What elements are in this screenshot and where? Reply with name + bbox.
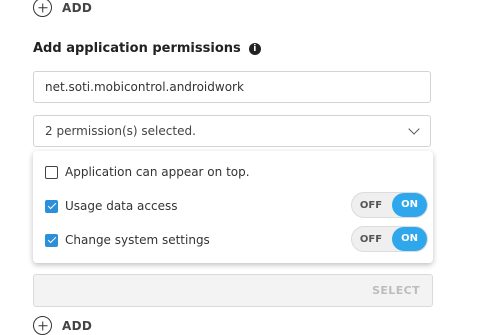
toggle-off-label[interactable]: OFF bbox=[351, 200, 391, 211]
chevron-down-icon bbox=[408, 123, 420, 135]
section-title-text: Add application permissions bbox=[33, 41, 241, 56]
section-title: Add application permissions i bbox=[33, 41, 261, 56]
permission-toggle[interactable]: OFF ON bbox=[351, 226, 428, 252]
toggle-on-label[interactable]: ON bbox=[392, 193, 427, 217]
select-button[interactable]: SELECT bbox=[372, 284, 420, 297]
plus-circle-icon bbox=[33, 316, 52, 335]
permissions-dropdown-value: 2 permission(s) selected. bbox=[45, 124, 196, 138]
permission-label: Application can appear on top. bbox=[65, 165, 250, 179]
permission-option[interactable]: Application can appear on top. bbox=[45, 165, 250, 179]
toggle-off-label[interactable]: OFF bbox=[351, 234, 391, 245]
permission-toggle[interactable]: OFF ON bbox=[351, 192, 428, 218]
toggle-on-label[interactable]: ON bbox=[392, 227, 427, 251]
permissions-dropdown[interactable]: 2 permission(s) selected. bbox=[33, 115, 431, 147]
checkbox-checked[interactable] bbox=[45, 233, 58, 247]
permissions-popup: Application can appear on top. Usage dat… bbox=[33, 151, 433, 263]
checkbox-checked[interactable] bbox=[45, 199, 58, 213]
add-label: ADD bbox=[62, 0, 93, 15]
plus-circle-icon bbox=[33, 0, 52, 17]
add-button-top[interactable]: ADD bbox=[33, 0, 92, 17]
info-icon[interactable]: i bbox=[248, 42, 261, 55]
checkbox-unchecked[interactable] bbox=[45, 165, 58, 179]
permission-option[interactable]: Usage data access bbox=[45, 199, 177, 213]
permission-label: Usage data access bbox=[65, 199, 178, 213]
permission-option[interactable]: Change system settings bbox=[45, 233, 210, 247]
package-name-field[interactable]: net.soti.mobicontrol.androidwork bbox=[33, 71, 431, 103]
add-label: ADD bbox=[62, 318, 93, 333]
select-bar: SELECT bbox=[33, 274, 433, 307]
permission-label: Change system settings bbox=[65, 233, 210, 247]
add-button-bottom[interactable]: ADD bbox=[33, 316, 92, 335]
